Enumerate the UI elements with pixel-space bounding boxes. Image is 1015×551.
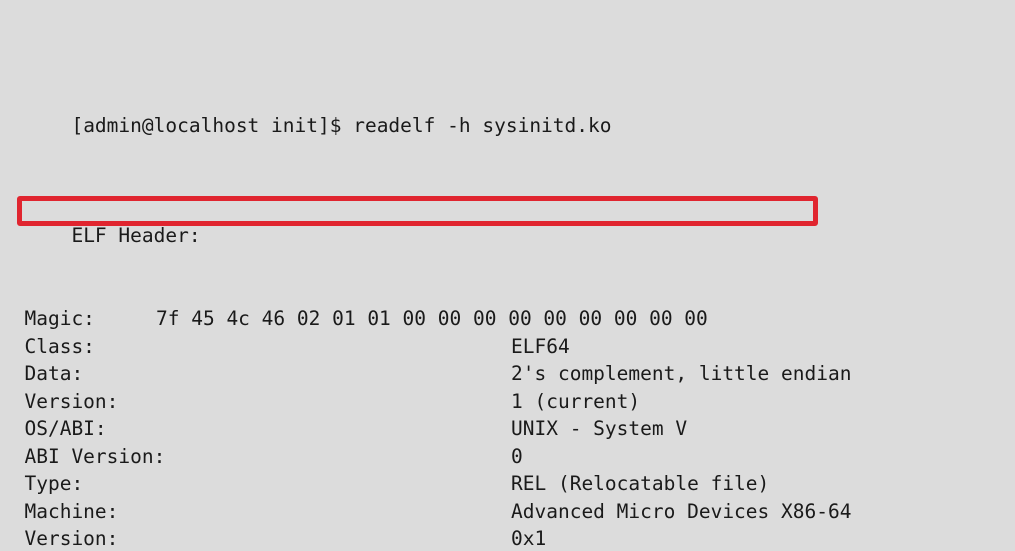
elf-header-row-label: Type: xyxy=(1,472,84,496)
elf-header-row: OS/ABI: UNIX - System V xyxy=(1,415,1015,443)
elf-header-row-label: Data: xyxy=(1,362,84,386)
elf-header-row-label: ABI Version: xyxy=(1,444,166,468)
elf-header-row-value: REL (Relocatable file) xyxy=(511,472,770,496)
elf-header-row-value: UNIX - System V xyxy=(511,417,688,441)
elf-header-row-label: Version: xyxy=(1,389,119,413)
elf-header-title-text: ELF Header: xyxy=(71,224,201,248)
command-line: [admin@localhost init]$ readelf -h sysin… xyxy=(1,85,1015,137)
elf-header-row: Type: REL (Relocatable file) xyxy=(1,470,1015,498)
elf-header-row: ABI Version: 0 xyxy=(1,443,1015,471)
elf-header-row-value: 0x1 xyxy=(511,527,547,551)
elf-header-row-value: 1 (current) xyxy=(511,389,641,413)
elf-header-row-label: Magic: xyxy=(1,307,95,331)
elf-header-row: Machine: Advanced Micro Devices X86-64 xyxy=(1,498,1015,526)
elf-header-row-label: Machine: xyxy=(1,499,119,523)
elf-header-row-value: 0 xyxy=(511,444,523,468)
command-line-text: [admin@localhost init]$ readelf -h sysin… xyxy=(71,114,612,138)
elf-header-row-value: ELF64 xyxy=(511,334,570,358)
elf-header-row-value: 2's complement, little endian xyxy=(511,362,852,386)
terminal-window[interactable]: [admin@localhost init]$ readelf -h sysin… xyxy=(0,0,1015,551)
elf-header-row: Data: 2's complement, little endian xyxy=(1,360,1015,388)
elf-header-row: Magic: 7f 45 4c 46 02 01 01 00 00 00 00 0… xyxy=(1,305,1015,333)
elf-header-row: Version: 0x1 xyxy=(1,525,1015,551)
elf-header-title: ELF Header: xyxy=(1,195,1015,247)
elf-header-row: Version: 1 (current) xyxy=(1,388,1015,416)
elf-header-row-value: Advanced Micro Devices X86-64 xyxy=(511,499,852,523)
elf-header-row-value: 7f 45 4c 46 02 01 01 00 00 00 00 00 00 0… xyxy=(156,307,708,331)
elf-header-row: Class: ELF64 xyxy=(1,333,1015,361)
elf-header-row-label: OS/ABI: xyxy=(1,417,107,441)
elf-header-row-label: Class: xyxy=(1,334,95,358)
elf-header-row-label: Version: xyxy=(1,527,119,551)
terminal-screen: [admin@localhost init]$ readelf -h sysin… xyxy=(0,0,1015,551)
elf-header-fields: Magic: 7f 45 4c 46 02 01 01 00 00 00 00 0… xyxy=(1,305,1015,551)
